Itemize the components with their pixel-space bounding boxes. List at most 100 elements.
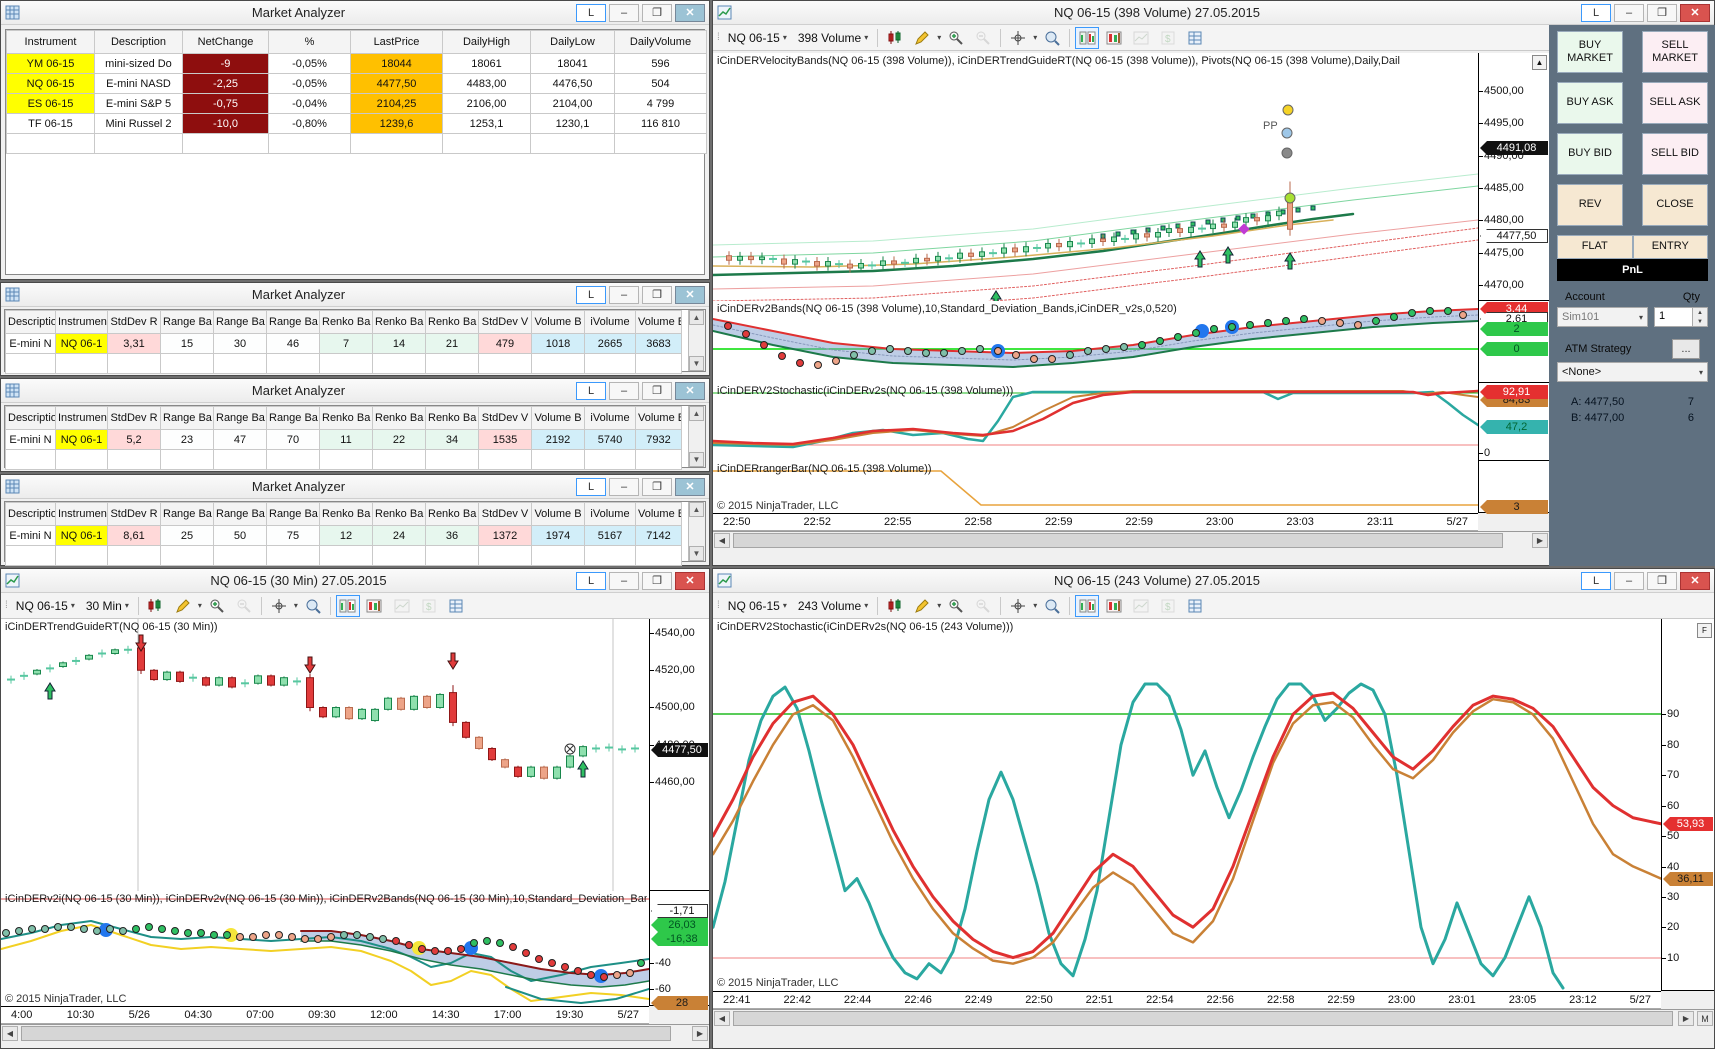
zoom-out-icon[interactable]: [232, 595, 256, 617]
interval-select[interactable]: 243 Volume▾: [794, 597, 872, 615]
chart-plot-main[interactable]: iCinDERVelocityBands(NQ 06-15 (398 Volum…: [713, 53, 1478, 302]
drag-handle[interactable]: ⁞: [5, 600, 7, 611]
scroll-right-button[interactable]: ▶: [1678, 1011, 1694, 1026]
close-button[interactable]: ✕: [675, 286, 705, 304]
instrument-select[interactable]: NQ 06-15▾: [724, 597, 791, 615]
column-header[interactable]: Descriptio: [6, 407, 56, 430]
table-row[interactable]: NQ 06-15E-mini NASD-2,25-0,05%4477,50448…: [7, 74, 707, 94]
data-box-icon[interactable]: $: [1156, 595, 1180, 617]
chart-style-icon[interactable]: [883, 595, 907, 617]
scroll-down-icon[interactable]: ▼: [689, 356, 704, 371]
column-header[interactable]: Range Ba: [214, 311, 267, 334]
link-button[interactable]: L: [1581, 4, 1611, 22]
chart-plot-ranger[interactable]: iCinDERrangerBar(NQ 06-15 (398 Volume)) …: [713, 461, 1478, 514]
column-header[interactable]: Range Ba: [267, 311, 320, 334]
zoom-in-icon[interactable]: [944, 595, 968, 617]
chart-style-icon[interactable]: [144, 595, 168, 617]
column-header[interactable]: Range Ba: [161, 503, 214, 526]
horizontal-scrollbar[interactable]: ◀ ▶: [713, 531, 1549, 549]
flat-button[interactable]: FLAT: [1557, 235, 1633, 259]
column-header[interactable]: StdDev R: [108, 407, 161, 430]
price-axis[interactable]: ▲ 4500,004495,004490,004485,004480,00447…: [1478, 53, 1549, 301]
chart-trader-icon[interactable]: [1102, 595, 1126, 617]
f-button[interactable]: F: [1697, 623, 1712, 638]
maximize-button[interactable]: ❐: [1647, 572, 1677, 590]
chart-plot-main[interactable]: iCinDERTrendGuideRT(NQ 06-15 (30 Min)): [1, 619, 649, 892]
interval-select[interactable]: 398 Volume▾: [794, 29, 872, 47]
minimize-button[interactable]: –: [609, 382, 639, 400]
chart-mini-icon[interactable]: [1129, 595, 1153, 617]
maximize-button[interactable]: ❐: [642, 382, 672, 400]
link-button[interactable]: L: [576, 382, 606, 400]
column-header[interactable]: Volume B: [532, 311, 585, 334]
drag-handle[interactable]: ⁞: [717, 600, 719, 611]
sell-ask-button[interactable]: SELL ASK: [1642, 82, 1708, 124]
close-button[interactable]: ✕: [1680, 572, 1710, 590]
table-row[interactable]: E-mini NNQ 06-15,22347701122341535219257…: [6, 430, 682, 450]
chart-trader-icon[interactable]: [1102, 27, 1126, 49]
column-header-instrument[interactable]: Instrument: [7, 31, 95, 54]
column-header[interactable]: Renko Ba: [426, 503, 479, 526]
scroll-thumb[interactable]: [21, 1026, 671, 1041]
column-header-lastprice[interactable]: LastPrice: [351, 31, 443, 54]
column-header[interactable]: Range Ba: [267, 407, 320, 430]
qty-up-icon[interactable]: ▲: [1693, 308, 1707, 317]
maximize-button[interactable]: ❐: [642, 4, 672, 22]
column-header[interactable]: Renko Ba: [373, 503, 426, 526]
column-header[interactable]: Renko Ba: [320, 311, 373, 334]
column-header-dailylow[interactable]: DailyLow: [531, 31, 615, 54]
column-header[interactable]: Renko Ba: [426, 407, 479, 430]
chart-style-icon[interactable]: [883, 27, 907, 49]
column-header[interactable]: Volume Ba: [636, 407, 682, 430]
column-header[interactable]: Range Ba: [267, 503, 320, 526]
pencil-icon[interactable]: [171, 595, 195, 617]
grid-icon[interactable]: [1183, 27, 1207, 49]
column-header[interactable]: Renko Ba: [426, 311, 479, 334]
scroll-left-button[interactable]: ◀: [2, 1026, 18, 1041]
scroll-down-icon[interactable]: ▼: [689, 546, 704, 561]
link-button[interactable]: L: [576, 572, 606, 590]
column-header[interactable]: Volume B: [532, 503, 585, 526]
sell-bid-button[interactable]: SELL BID: [1642, 133, 1708, 175]
column-header[interactable]: Range Ba: [161, 311, 214, 334]
chart-panel-icon[interactable]: [1075, 595, 1099, 617]
scroll-thumb[interactable]: [733, 533, 1503, 548]
column-header[interactable]: iVolume: [585, 407, 636, 430]
grid-icon[interactable]: [1183, 595, 1207, 617]
crosshair-icon[interactable]: [1006, 27, 1030, 49]
minimize-button[interactable]: –: [609, 4, 639, 22]
column-header[interactable]: Descriptio: [6, 311, 56, 334]
titlebar[interactable]: Market AnalyzerL–❐✕: [1, 475, 709, 499]
titlebar[interactable]: Market AnalyzerL–❐✕: [1, 379, 709, 403]
column-header[interactable]: Instrumen: [56, 311, 108, 334]
account-select[interactable]: Sim101▾: [1557, 307, 1648, 327]
qty-down-icon[interactable]: ▼: [1693, 317, 1707, 326]
scroll-right-button[interactable]: ▶: [692, 1026, 708, 1041]
column-header[interactable]: StdDev R: [108, 503, 161, 526]
instrument-select[interactable]: NQ 06-15▾: [724, 29, 791, 47]
maximize-button[interactable]: ❐: [642, 478, 672, 496]
crosshair-icon[interactable]: [267, 595, 291, 617]
column-header-description[interactable]: Description: [95, 31, 183, 54]
atm-options-button[interactable]: ...: [1672, 339, 1700, 359]
close-position-button[interactable]: CLOSE: [1642, 184, 1708, 226]
scroll-up-icon[interactable]: ▲: [689, 502, 704, 517]
column-header[interactable]: Instrumen: [56, 407, 108, 430]
column-header[interactable]: Volume Ba: [636, 503, 682, 526]
scroll-up-icon[interactable]: ▲: [689, 310, 704, 325]
crosshair-icon[interactable]: [1006, 595, 1030, 617]
pencil-icon[interactable]: [910, 27, 934, 49]
column-header[interactable]: Descriptio: [6, 503, 56, 526]
quantity-stepper[interactable]: 1 ▲▼: [1654, 307, 1708, 327]
column-header-%[interactable]: %: [269, 31, 351, 54]
maximize-button[interactable]: ❐: [642, 286, 672, 304]
grid-icon[interactable]: [444, 595, 468, 617]
vertical-scrollbar[interactable]: ▲▼: [688, 406, 705, 467]
scroll-up-icon[interactable]: ▲: [689, 406, 704, 421]
pencil-icon[interactable]: [910, 595, 934, 617]
column-header[interactable]: Instrumen: [56, 503, 108, 526]
atm-strategy-select[interactable]: <None>▾: [1557, 362, 1708, 382]
minimize-button[interactable]: –: [609, 286, 639, 304]
drag-handle[interactable]: ⁞: [717, 32, 719, 43]
titlebar[interactable]: Market AnalyzerL–❐✕: [1, 283, 709, 307]
